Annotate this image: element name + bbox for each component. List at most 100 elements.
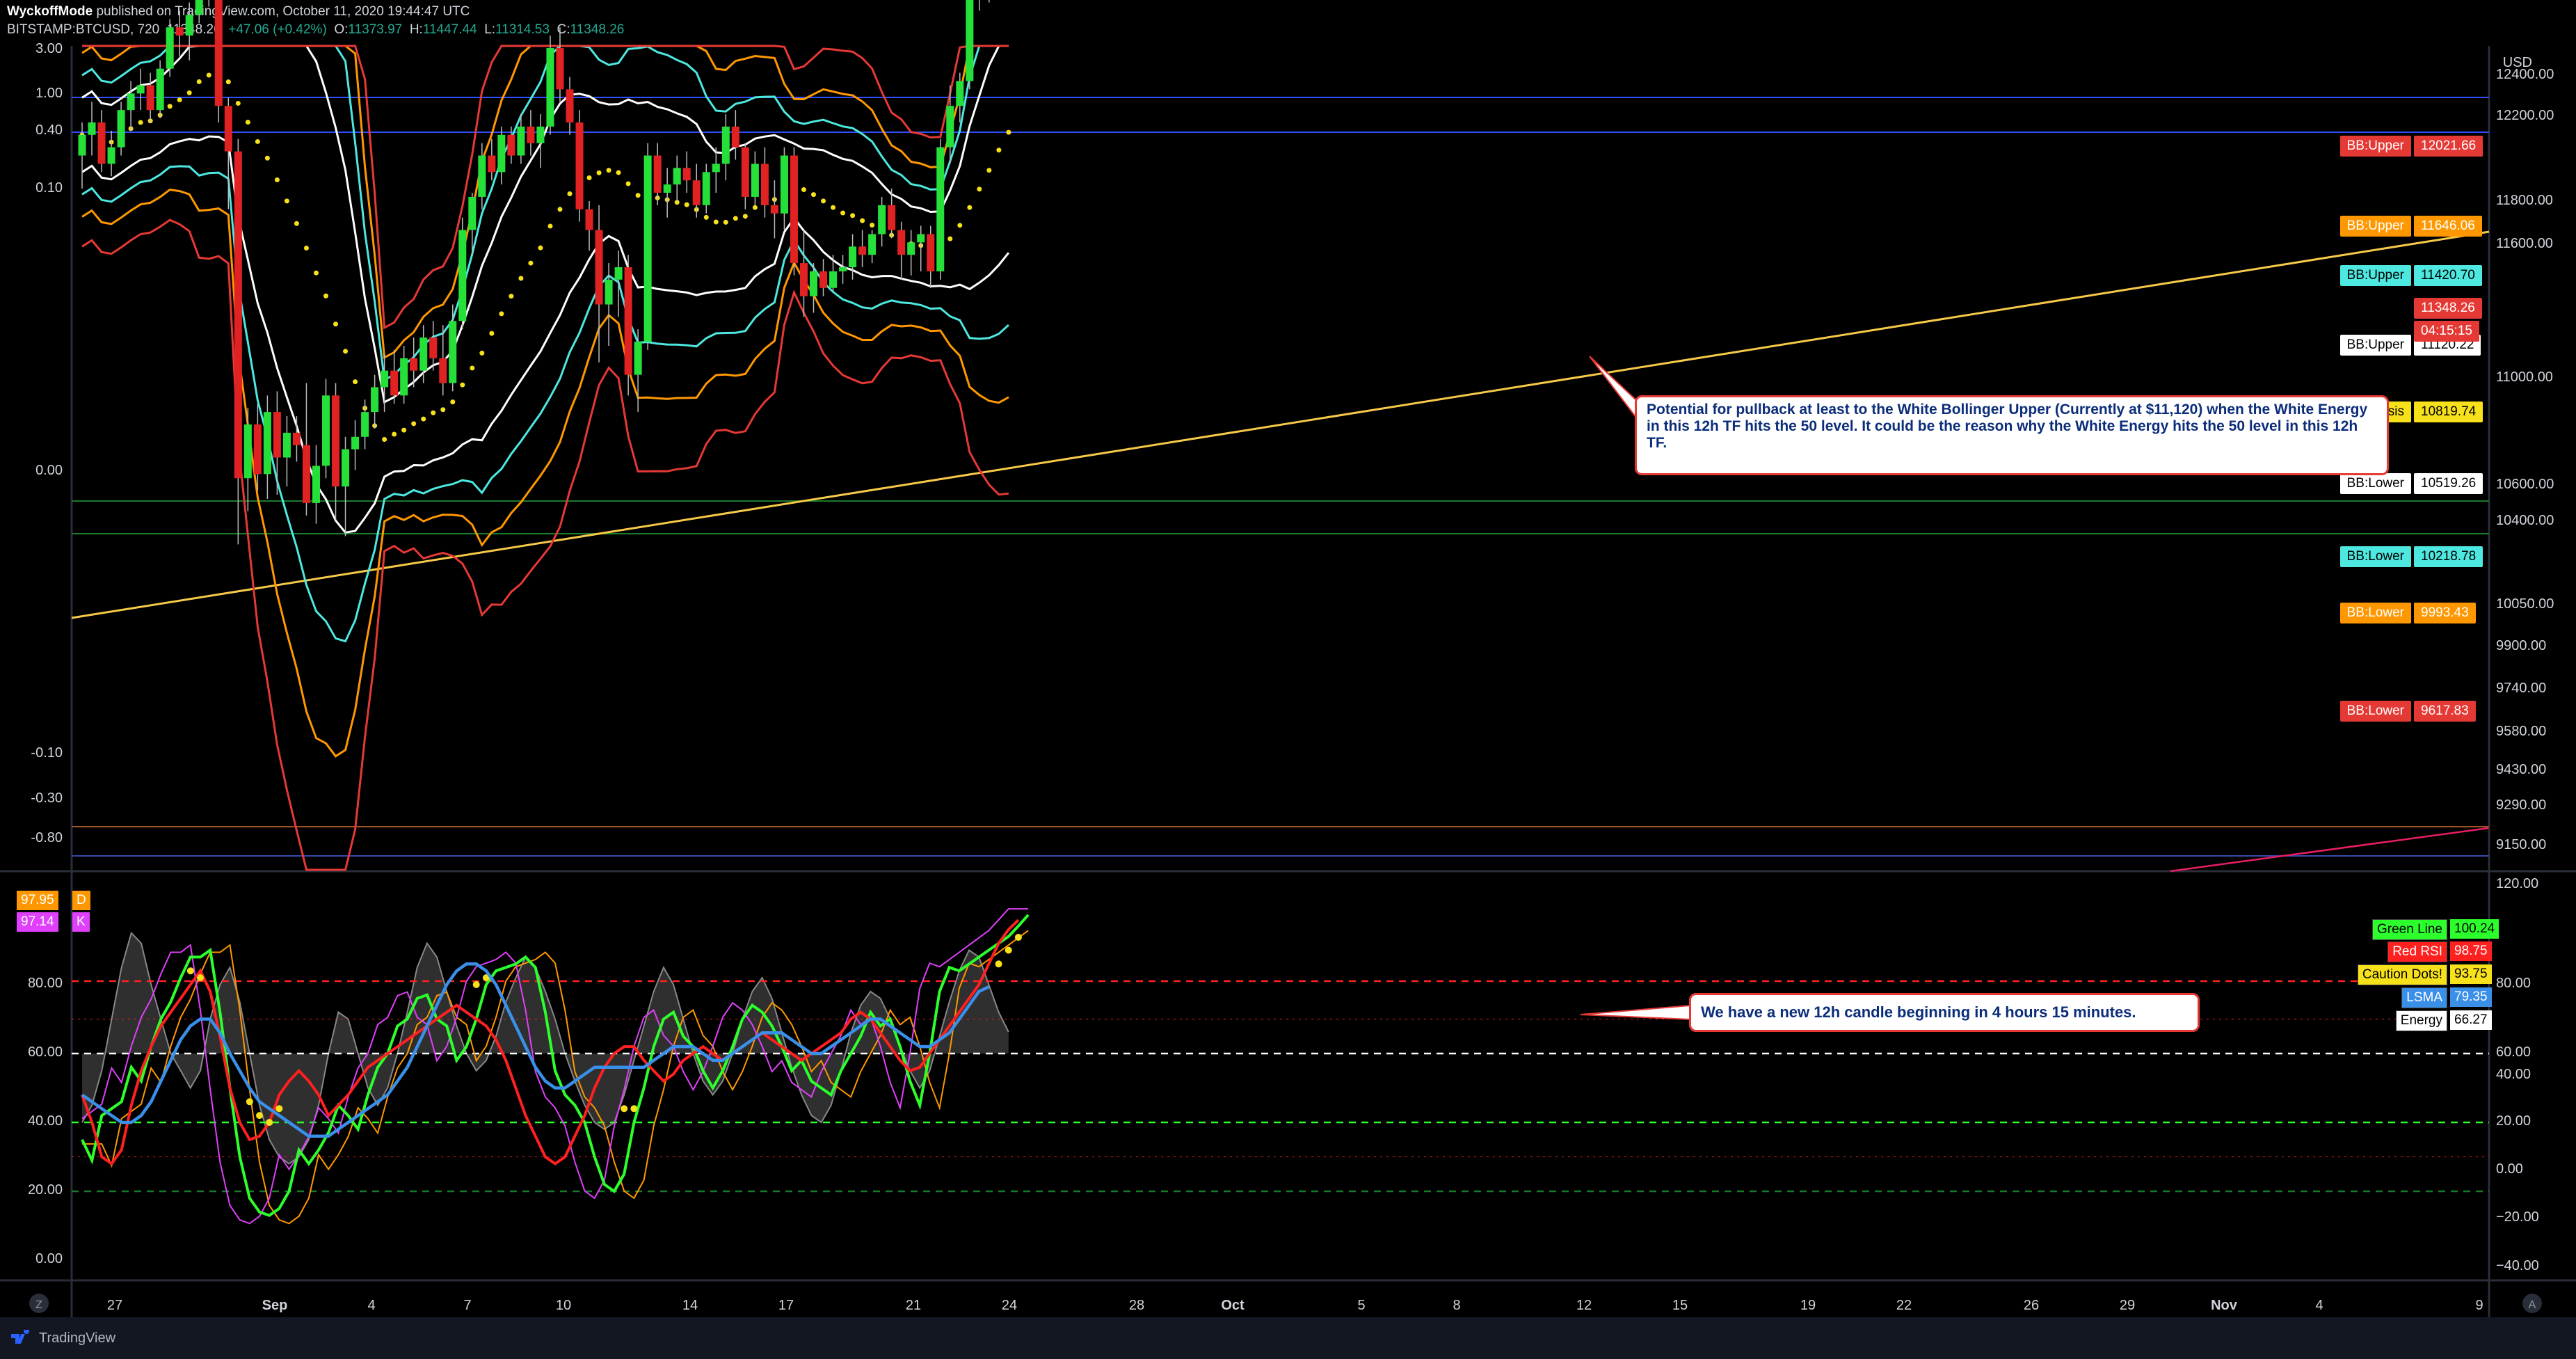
candle-up (282, 432, 291, 458)
bollinger-basis-dot (489, 331, 495, 336)
bollinger-basis-dot (518, 276, 524, 281)
bollinger-basis-dot (596, 170, 602, 175)
caution-dot (630, 1105, 638, 1113)
candle-down (566, 89, 574, 122)
zoom-button-label: Z (35, 1299, 42, 1311)
bollinger-basis-dot (411, 421, 417, 427)
candle-down (790, 155, 798, 264)
bollinger-basis-dot (586, 175, 592, 180)
candle-down (770, 205, 778, 214)
candle-up (907, 242, 915, 255)
candle-down (390, 370, 399, 396)
candle-up (712, 164, 720, 173)
oscillator-right-tick: 20.00 (2496, 1113, 2531, 1129)
bollinger-basis-dot (392, 431, 397, 437)
bollinger-basis-dot (323, 293, 328, 299)
bollinger-basis-dot (870, 222, 875, 228)
bollinger-basis-dot (303, 246, 309, 251)
oscillator-tag-value: 100.24 (2450, 919, 2499, 939)
candle-down (819, 271, 828, 288)
oscillator-left-tick: 0.00 (35, 1251, 63, 1266)
bollinger-basis-dot (850, 213, 856, 218)
candle-down (224, 106, 232, 152)
bollinger-basis-dot (1006, 129, 1011, 135)
caution-dot (1005, 946, 1012, 954)
bollinger-tag-value: 11646.06 (2414, 216, 2482, 237)
oscillator-right-tick: 120.00 (2496, 876, 2538, 891)
candle-down (927, 234, 935, 271)
time-tick-label: 9 (2475, 1298, 2483, 1313)
candle-up (663, 184, 671, 193)
candle-annotation[interactable]: We have a new 12h candle beginning in 4 … (1689, 993, 2200, 1032)
time-tick-label: 8 (1453, 1298, 1460, 1313)
bollinger-tag-value: 12021.66 (2414, 136, 2483, 157)
bollinger-basis-dot (499, 311, 504, 317)
bollinger-basis-dot (811, 192, 816, 198)
candle-up (536, 126, 545, 143)
candle-up (371, 387, 379, 413)
bollinger-basis-dot (831, 205, 836, 210)
oscillator-pane (72, 908, 2489, 1225)
oscillator-tag-value: 93.75 (2450, 964, 2492, 984)
candle-up (849, 246, 857, 268)
candle-annotation-text: We have a new 12h candle beginning in 4 … (1701, 1003, 2136, 1021)
bollinger-basis-dot (255, 138, 260, 144)
candle-up (546, 47, 554, 127)
time-tick-label: 10 (556, 1298, 571, 1313)
oscillator-right-tick: 60.00 (2496, 1044, 2531, 1060)
candle-down (527, 126, 535, 143)
candle-up (497, 134, 506, 173)
candle-up (956, 81, 964, 106)
candle-up (868, 234, 877, 255)
candle-up (381, 370, 389, 388)
bollinger-tag-label: BB:Upper (2339, 335, 2411, 356)
bollinger-basis-dot (684, 202, 689, 207)
price-pane-background (0, 46, 2576, 1317)
candle-down (760, 164, 769, 205)
bollinger-basis-dot (245, 120, 250, 125)
price-tick-label: 10600.00 (2496, 477, 2554, 492)
candle-up (88, 122, 96, 135)
candle-down (624, 267, 632, 375)
price-tick-label: 11800.00 (2496, 193, 2553, 208)
time-tick-label: 21 (906, 1298, 921, 1313)
bollinger-tag-value: 10218.78 (2414, 546, 2483, 567)
candle-down (897, 230, 906, 255)
bollinger-basis-dot (353, 379, 358, 385)
candle-down (585, 209, 593, 230)
candle-down (253, 424, 262, 475)
chart-canvas[interactable]: 12400.0012200.0011800.0011600.0011000.00… (0, 0, 2576, 1317)
candle-down (439, 358, 447, 383)
time-tick-label: 17 (778, 1298, 794, 1313)
candle-down (595, 230, 603, 305)
oscillator-tag-label: Red RSI (2387, 941, 2447, 962)
time-tick-label: Sep (262, 1298, 288, 1313)
oscillator-left-tick: 60.00 (28, 1044, 63, 1060)
caution-dot (275, 1105, 283, 1113)
candle-up (634, 342, 642, 375)
candle-up (702, 172, 710, 205)
time-tick-label: 15 (1672, 1298, 1688, 1313)
bollinger-basis-dot (557, 207, 563, 212)
price-tick-label: 11600.00 (2496, 236, 2553, 251)
oscillator-tag-label: Caution Dots! (2357, 964, 2447, 985)
candle-up (468, 196, 477, 230)
candle-up (166, 27, 174, 69)
bollinger-basis-dot (567, 191, 573, 197)
bollinger-basis-dot (294, 221, 299, 226)
price-tick-label: 10400.00 (2496, 513, 2554, 528)
time-tick-label: Oct (1221, 1298, 1245, 1313)
oscillator-tag-label: Energy (2395, 1010, 2447, 1031)
tradingview-brand[interactable]: TradingView (39, 1330, 115, 1346)
time-tick-label: 14 (682, 1298, 698, 1313)
candle-up (361, 412, 369, 437)
pullback-annotation[interactable]: Potential for pullback at least to the W… (1635, 395, 2389, 475)
bollinger-basis-dot (635, 193, 641, 198)
tradingview-logo-icon (11, 1330, 30, 1344)
oscillator-right-tick: 40.00 (2496, 1067, 2531, 1082)
left-scale-tick: 1.00 (35, 86, 63, 101)
price-tick-label: 9430.00 (2496, 762, 2546, 777)
oscillator-tag-value: 79.35 (2450, 987, 2492, 1007)
last-price-tag: 11348.26 (2414, 298, 2482, 319)
candle-up (643, 155, 652, 342)
